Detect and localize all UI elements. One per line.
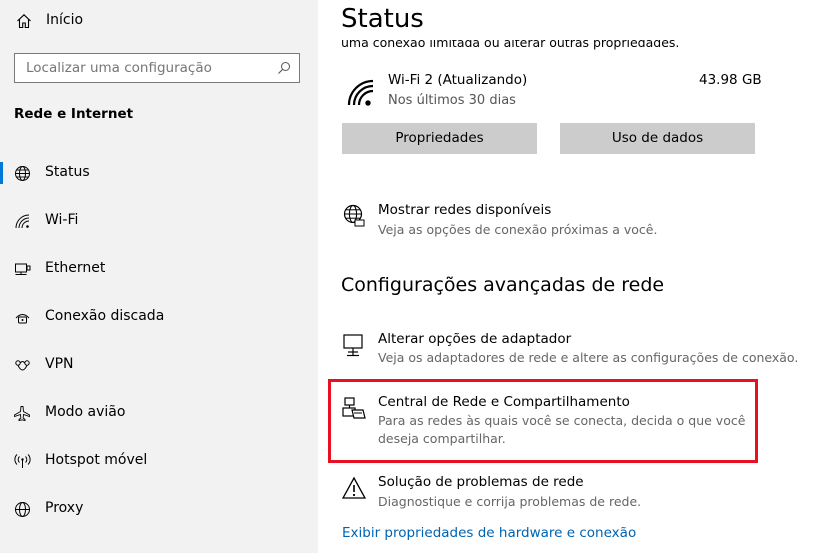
sidebar-item-wifi[interactable]: Wi-Fi [0,197,318,245]
hardware-properties-link[interactable]: Exibir propriedades de hardware e conexã… [342,525,636,541]
sidebar-item-label: Proxy [45,500,84,516]
adapter-title: Alterar opções de adaptador [378,331,572,347]
advanced-settings-heading: Configurações avançadas de rede [341,274,665,296]
sidebar-item-label: Hotspot móvel [45,452,148,468]
properties-button[interactable]: Propriedades [342,123,537,154]
hotspot-icon [14,454,31,468]
search-icon [278,62,290,74]
wifi-icon [15,214,30,229]
selected-indicator [0,162,3,184]
clipped-description: uma conexão limitada ou alterar outras p… [341,40,679,52]
clipped-description-text: uma conexão limitada ou alterar outras p… [341,40,680,50]
sidebar-item-label: Conexão discada [45,308,165,324]
sidebar-item-label: Ethernet [45,260,106,276]
data-usage-button[interactable]: Uso de dados [560,123,755,154]
home-link[interactable]: Início [0,6,318,36]
sidebar-item-airplane[interactable]: Modo avião [0,389,318,437]
adapter-subtitle: Veja os adaptadores de rede e altere as … [378,350,799,365]
sidebar-item-ethernet[interactable]: Ethernet [0,245,318,293]
network-period: Nos últimos 30 dias [388,93,516,108]
sidebar-item-status[interactable]: Status [0,149,318,197]
network-name: Wi-Fi 2 (Atualizando) [388,72,528,88]
sidebar-item-vpn[interactable]: VPN [0,341,318,389]
troubleshoot-title: Solução de problemas de rede [378,474,584,490]
highlight-annotation [328,379,758,463]
page-title: Status [341,4,424,34]
show-networks-subtitle: Veja as opções de conexão próximas a voc… [378,222,658,237]
wifi-signal-icon [347,79,374,106]
troubleshoot-subtitle: Diagnostique e corrija problemas de rede… [378,494,642,509]
globe-icon [15,166,30,181]
sidebar-item-label: Wi-Fi [45,212,79,228]
sidebar-item-label: Modo avião [45,404,126,420]
sidebar-item-label: VPN [45,356,74,372]
network-usage: 43.98 GB [699,72,762,88]
ethernet-icon [15,263,31,275]
adapter-monitor-icon [343,334,363,357]
proxy-globe-icon [15,502,30,517]
sidebar: Início Localizar uma configuração Rede e… [0,0,318,553]
search-input[interactable]: Localizar uma configuração [14,53,300,83]
airplane-icon [14,406,30,422]
home-icon [17,14,31,29]
vpn-icon [15,360,30,371]
show-networks-title: Mostrar redes disponíveis [378,202,552,218]
sidebar-item-label: Status [45,164,90,180]
sidebar-item-dialup[interactable]: Conexão discada [0,293,318,341]
dialup-icon [15,314,30,324]
main-content: Status uma conexão limitada ou alterar o… [318,0,813,553]
sidebar-item-hotspot[interactable]: Hotspot móvel [0,437,318,485]
globe-network-icon [343,204,365,227]
sidebar-item-proxy[interactable]: Proxy [0,485,318,533]
home-label: Início [46,12,84,28]
section-title: Rede e Internet [14,106,134,122]
warning-icon [342,476,366,499]
search-placeholder: Localizar uma configuração [26,60,212,76]
